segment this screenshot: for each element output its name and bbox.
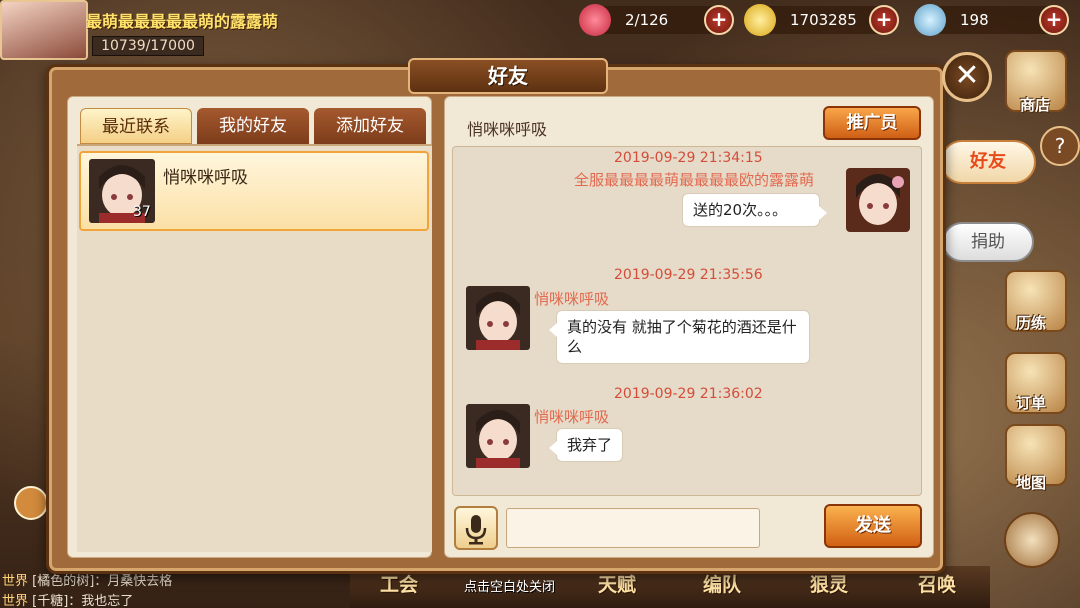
contact-item[interactable]: 37 悄咪咪呼吸: [79, 151, 429, 231]
training-label: 历练: [1016, 314, 1047, 332]
message-sender: 悄咪咪呼吸: [534, 290, 610, 308]
tab-my-friends[interactable]: 我的好友: [197, 108, 309, 144]
message-timestamp: 2019-09-29 21:34:15: [614, 150, 763, 166]
heart-icon: [579, 4, 611, 36]
world-chat-line[interactable]: 世界 [千糖]：我也忘了: [2, 590, 133, 608]
self-avatar[interactable]: [846, 168, 910, 232]
close-hint: 点击空白处关闭: [464, 580, 556, 595]
shop-label: 商店: [1020, 96, 1051, 114]
contact-name: 悄咪咪呼吸: [163, 168, 248, 188]
message-timestamp: 2019-09-29 21:35:56: [614, 267, 763, 283]
contact-level: 37: [133, 204, 151, 220]
coins-value: 1703285: [790, 11, 857, 29]
sword-icon[interactable]: [1004, 512, 1060, 568]
friends-side-button[interactable]: 好友: [940, 140, 1036, 184]
guild-button[interactable]: 工会: [380, 570, 418, 597]
donate-button[interactable]: 捐助: [942, 222, 1034, 262]
gems-resource: 198 +: [914, 4, 1069, 36]
chat-partner-name: 悄咪咪呼吸: [467, 120, 548, 139]
coins-resource: 1703285 +: [744, 4, 899, 36]
add-coins-button[interactable]: +: [869, 5, 899, 35]
player-hp-bar: 10739/17000: [92, 36, 204, 56]
hearts-value: 2/126: [625, 11, 669, 29]
message-timestamp: 2019-09-29 21:36:02: [614, 386, 763, 402]
tools-icon[interactable]: [14, 486, 48, 520]
spirit-button[interactable]: 狠灵: [810, 570, 848, 597]
dialog-title: 好友: [408, 58, 608, 94]
tab-add-friend[interactable]: 添加好友: [314, 108, 426, 144]
microphone-icon: [465, 515, 487, 545]
chat-text: [橘色的树]：月桑快去格: [32, 574, 173, 589]
close-button[interactable]: ✕: [942, 52, 992, 102]
add-hearts-button[interactable]: +: [704, 5, 734, 35]
chat-text: [千糖]：我也忘了: [32, 594, 134, 608]
chat-input[interactable]: [506, 508, 760, 548]
partner-avatar[interactable]: [466, 404, 530, 468]
chat-channel: 世界: [2, 574, 29, 589]
talent-button[interactable]: 天赋: [598, 570, 636, 597]
send-button[interactable]: 发送: [824, 504, 922, 548]
orders-label: 订单: [1016, 394, 1047, 412]
message-sender: 全服最最最最萌最最最最欧的露露萌: [574, 171, 815, 189]
chat-channel: 世界: [2, 594, 29, 608]
message-bubble: 真的没有 就抽了个菊花的酒还是什么: [549, 310, 810, 364]
partner-avatar[interactable]: [466, 286, 530, 350]
coin-icon: [744, 4, 776, 36]
help-icon[interactable]: ?: [1040, 126, 1080, 166]
add-gems-button[interactable]: +: [1039, 5, 1069, 35]
summon-button[interactable]: 召唤: [918, 570, 956, 597]
message-bubble: 我弃了: [548, 428, 624, 462]
message-sender: 悄咪咪呼吸: [534, 408, 610, 426]
gem-icon: [914, 4, 946, 36]
map-label: 地图: [1016, 474, 1047, 492]
player-avatar[interactable]: [0, 0, 88, 60]
hearts-resource: 2/126 +: [579, 4, 734, 36]
formation-button[interactable]: 编队: [703, 570, 741, 597]
message-bubble: 送的20次。。。: [682, 193, 827, 227]
player-name: 最萌最最最最最萌的露露萌: [86, 12, 279, 31]
gems-value: 198: [960, 11, 989, 29]
tab-recent[interactable]: 最近联系: [80, 108, 192, 144]
voice-input-button[interactable]: [454, 506, 498, 550]
promoter-button[interactable]: 推广员: [823, 106, 921, 140]
